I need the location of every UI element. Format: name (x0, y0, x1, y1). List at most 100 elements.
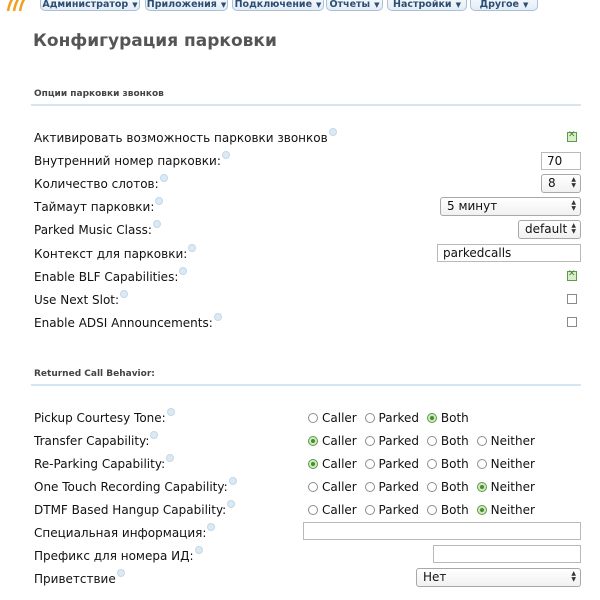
radio-button[interactable] (476, 436, 487, 446)
help-dot-icon[interactable] (179, 267, 188, 275)
nav-other[interactable]: Другое ▼ (470, 0, 538, 11)
greeting-label: Приветствие (34, 569, 125, 586)
special-info-label: Специальная информация: (34, 523, 216, 540)
pickup-tone-option-caller[interactable]: Caller (308, 411, 357, 425)
dtmf-hangup-radio-group: Caller Parked Both Neither (308, 503, 539, 517)
enable-parking-checkbox[interactable] (567, 130, 577, 142)
radio-button[interactable] (364, 482, 375, 492)
radio-button[interactable] (476, 505, 487, 515)
chevron-down-icon: ▼ (316, 1, 322, 9)
transfer-option-caller[interactable]: Caller (308, 434, 357, 448)
transfer-option-parked[interactable]: Parked (364, 434, 419, 448)
radio-button[interactable] (364, 505, 375, 515)
help-dot-icon[interactable] (328, 128, 337, 136)
help-dot-icon[interactable] (155, 197, 164, 205)
reparking-option-neither[interactable]: Neither (476, 457, 535, 471)
cid-prefix-label: Префикс для номера ИД: (34, 546, 203, 563)
transfer-option-neither[interactable]: Neither (476, 434, 535, 448)
spinner-arrows-icon: ▲ ▼ (571, 222, 576, 235)
section-divider (31, 104, 581, 106)
dtmf-option-both[interactable]: Both (426, 503, 469, 517)
help-dot-icon[interactable] (152, 220, 161, 228)
radio-button[interactable] (476, 482, 487, 492)
nav-reports[interactable]: Отчеты ▼ (326, 0, 383, 11)
radio-button[interactable] (364, 413, 375, 423)
app-logo-icon[interactable] (6, 0, 32, 12)
help-dot-icon[interactable] (221, 151, 230, 159)
cid-prefix-input[interactable] (433, 545, 581, 563)
help-dot-icon[interactable] (188, 244, 197, 252)
section-title-returned-call: Returned Call Behavior: (34, 369, 155, 379)
greeting-select[interactable]: Нет ▲ ▼ (416, 568, 581, 587)
slots-count-spinner[interactable]: 8 ▲ ▼ (541, 174, 581, 193)
music-class-select[interactable]: default ▲ ▼ (518, 220, 581, 239)
reparking-option-caller[interactable]: Caller (308, 457, 357, 471)
radio-button[interactable] (308, 505, 318, 515)
page-title: Конфигурация парковки (33, 31, 277, 51)
nav-applications[interactable]: Приложения ▼ (145, 0, 228, 11)
radio-button[interactable] (426, 459, 437, 469)
help-dot-icon[interactable] (116, 569, 125, 577)
adsi-label: Enable ADSI Announcements: (34, 313, 222, 330)
spinner-arrows-icon[interactable]: ▲ ▼ (571, 177, 576, 189)
dtmf-hangup-label: DTMF Based Hangup Capability: (34, 500, 236, 517)
recording-option-caller[interactable]: Caller (308, 480, 357, 494)
parking-timeout-label: Таймаут парковки: (34, 197, 164, 214)
chevron-down-icon: ▼ (523, 1, 529, 9)
radio-button[interactable] (426, 482, 437, 492)
help-dot-icon[interactable] (207, 523, 216, 531)
help-dot-icon[interactable] (159, 174, 168, 182)
enable-parking-label: Активировать возможность парковки звонко… (34, 128, 337, 145)
help-dot-icon[interactable] (194, 546, 203, 554)
blf-checkbox[interactable] (567, 269, 577, 281)
music-class-label: Parked Music Class: (34, 220, 161, 237)
recording-option-both[interactable]: Both (426, 480, 469, 494)
help-dot-icon[interactable] (166, 408, 175, 416)
nav-settings[interactable]: Настройки ▼ (387, 0, 467, 11)
special-info-input[interactable] (303, 522, 581, 540)
radio-button[interactable] (308, 459, 318, 469)
radio-button[interactable] (426, 436, 437, 446)
dtmf-option-neither[interactable]: Neither (476, 503, 535, 517)
nav-admin[interactable]: Администратор ▼ (40, 0, 140, 11)
dtmf-option-parked[interactable]: Parked (364, 503, 419, 517)
slots-count-label: Количество слотов: (34, 174, 168, 191)
radio-button[interactable] (308, 413, 318, 423)
radio-button[interactable] (308, 482, 318, 492)
radio-button[interactable] (426, 413, 437, 423)
chevron-down-icon: ▼ (455, 1, 461, 9)
section-divider (31, 384, 581, 386)
nav-connectivity[interactable]: Подключение ▼ (232, 0, 324, 11)
chevron-down-icon: ▼ (220, 1, 227, 9)
spinner-arrows-icon: ▲ ▼ (571, 570, 576, 583)
help-dot-icon[interactable] (213, 313, 222, 321)
parking-context-input[interactable]: parkedcalls (437, 244, 581, 262)
reparking-option-both[interactable]: Both (426, 457, 469, 471)
radio-button[interactable] (426, 505, 437, 515)
pickup-tone-radio-group: Caller Parked Both (308, 411, 473, 425)
radio-button[interactable] (476, 459, 487, 469)
recording-option-neither[interactable]: Neither (476, 480, 535, 494)
adsi-checkbox[interactable] (567, 317, 577, 327)
transfer-option-both[interactable]: Both (426, 434, 469, 448)
help-dot-icon[interactable] (228, 477, 237, 485)
dtmf-option-caller[interactable]: Caller (308, 503, 357, 517)
recording-option-parked[interactable]: Parked (364, 480, 419, 494)
pickup-tone-option-parked[interactable]: Parked (364, 411, 419, 425)
radio-button[interactable] (364, 436, 375, 446)
help-dot-icon[interactable] (120, 290, 129, 298)
blf-label: Enable BLF Capabilities: (34, 267, 188, 284)
parking-extension-input[interactable]: 70 (541, 152, 581, 170)
reparking-radio-group: Caller Parked Both Neither (308, 457, 539, 471)
help-dot-icon[interactable] (150, 431, 159, 439)
radio-button[interactable] (308, 436, 318, 446)
next-slot-checkbox[interactable] (567, 294, 577, 304)
radio-button[interactable] (364, 459, 375, 469)
parking-timeout-select[interactable]: 5 минут ▲ ▼ (440, 197, 581, 216)
spinner-arrows-icon: ▲ ▼ (571, 199, 576, 212)
help-dot-icon[interactable] (227, 500, 236, 508)
pickup-tone-option-both[interactable]: Both (426, 411, 469, 425)
reparking-option-parked[interactable]: Parked (364, 457, 419, 471)
next-slot-label: Use Next Slot: (34, 290, 129, 307)
help-dot-icon[interactable] (166, 454, 175, 462)
